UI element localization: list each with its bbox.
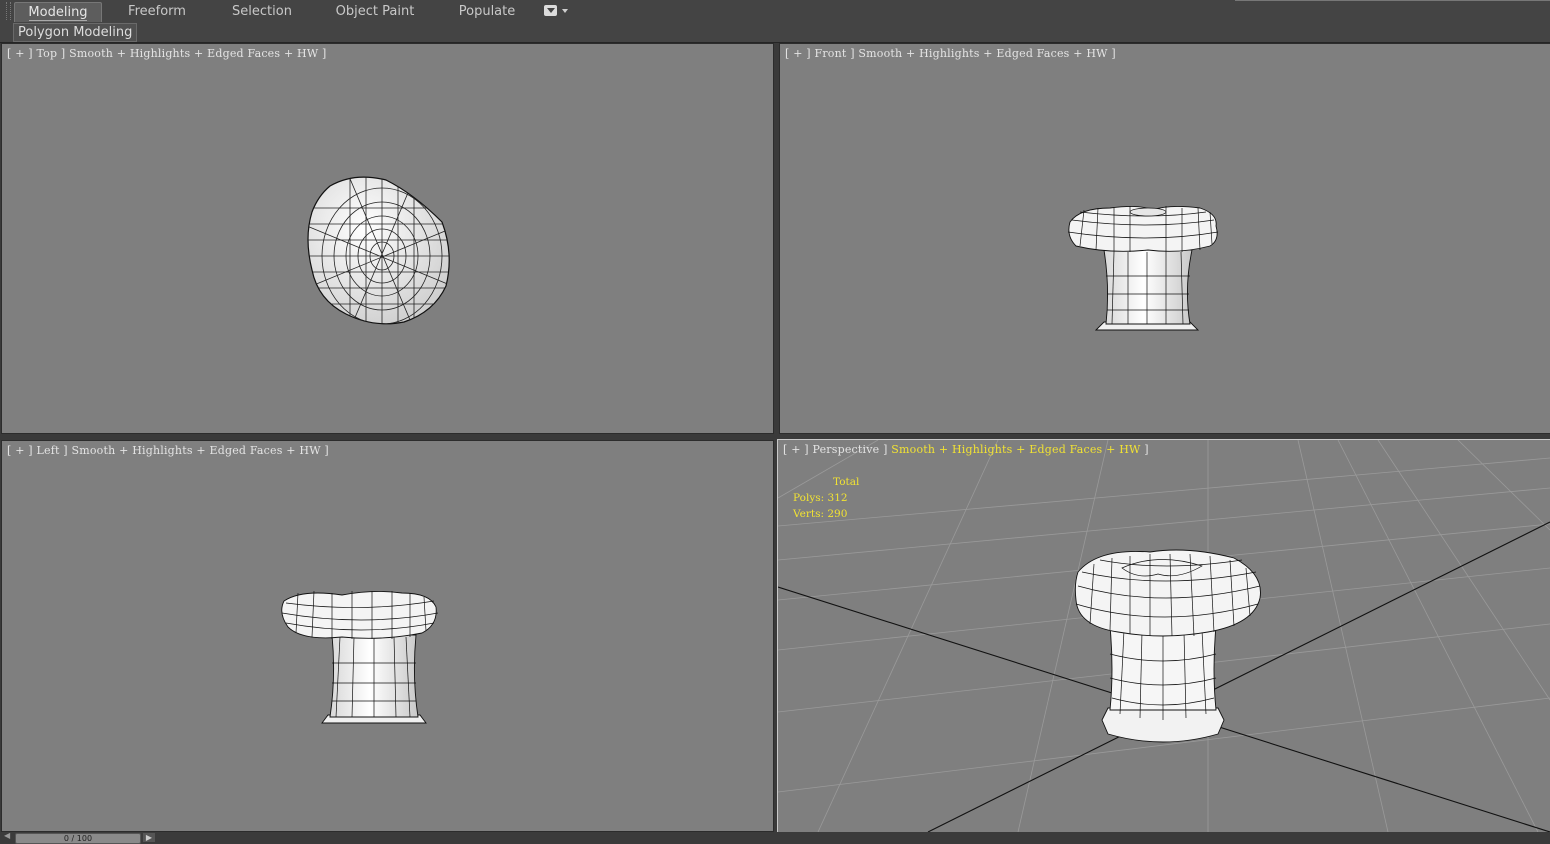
- tab-populate-label: Populate: [458, 4, 516, 19]
- chevron-left-icon[interactable]: ◀: [4, 832, 10, 840]
- perspective-label-prefix: [ + ] Perspective ]: [783, 443, 892, 456]
- top-view-mesh-svg: [307, 176, 450, 325]
- ribbon-options-dropdown[interactable]: [544, 5, 568, 18]
- tab-selection[interactable]: Selection: [222, 2, 302, 21]
- ribbon-tab-bar: Modeling Freeform Selection Object Paint…: [0, 0, 1550, 24]
- top-view-mesh: [307, 176, 450, 325]
- front-view-mesh: [1067, 205, 1219, 331]
- tab-modeling[interactable]: Modeling: [14, 2, 102, 22]
- polygon-modeling-panel-button[interactable]: Polygon Modeling: [13, 23, 138, 42]
- viewport-perspective-label[interactable]: [ + ] Perspective ] Smooth + Highlights …: [783, 443, 1149, 456]
- tab-populate[interactable]: Populate: [450, 2, 524, 21]
- chevron-right-icon[interactable]: ▶: [143, 833, 155, 842]
- tab-modeling-label: Modeling: [28, 5, 88, 20]
- perspective-label-suffix: ]: [1140, 443, 1149, 456]
- tab-freeform-label: Freeform: [128, 4, 186, 19]
- tab-object-paint-label: Object Paint: [335, 4, 415, 19]
- chevron-down-icon: [562, 9, 568, 13]
- ribbon-options-icon: [544, 5, 557, 16]
- tab-selection-label: Selection: [232, 4, 292, 19]
- tab-freeform[interactable]: Freeform: [118, 2, 196, 21]
- viewport-perspective[interactable]: [ + ] Perspective ] Smooth + Highlights …: [777, 439, 1550, 833]
- ribbon-grip-handle[interactable]: [6, 2, 11, 20]
- stats-polys: Polys: 312: [793, 492, 848, 504]
- left-view-mesh-svg: [281, 590, 439, 724]
- viewport-top[interactable]: [ + ] Top ] Smooth + Highlights + Edged …: [1, 43, 774, 434]
- front-view-mesh-svg: [1067, 205, 1219, 331]
- ribbon-divider: [1235, 0, 1550, 1]
- stats-total-heading: Total: [833, 476, 860, 488]
- scene-statistics: Total Polys: 312 Verts: 290: [793, 474, 859, 522]
- perspective-shading-mode[interactable]: Smooth + Highlights + Edged Faces + HW: [891, 443, 1140, 456]
- viewport-front[interactable]: [ + ] Front ] Smooth + Highlights + Edge…: [779, 43, 1550, 434]
- perspective-view-svg: [778, 440, 1550, 832]
- time-slider-thumb[interactable]: 0 / 100: [15, 833, 141, 844]
- ribbon-panel-bar: Polygon Modeling: [0, 23, 1550, 43]
- left-view-mesh: [281, 590, 439, 724]
- time-slider-bar: ◀ 0 / 100 ▶: [0, 832, 1550, 844]
- stats-verts: Verts: 290: [793, 508, 848, 520]
- tab-object-paint[interactable]: Object Paint: [330, 2, 420, 21]
- perspective-mesh: [1074, 549, 1261, 743]
- viewport-left[interactable]: [ + ] Left ] Smooth + Highlights + Edged…: [1, 440, 774, 832]
